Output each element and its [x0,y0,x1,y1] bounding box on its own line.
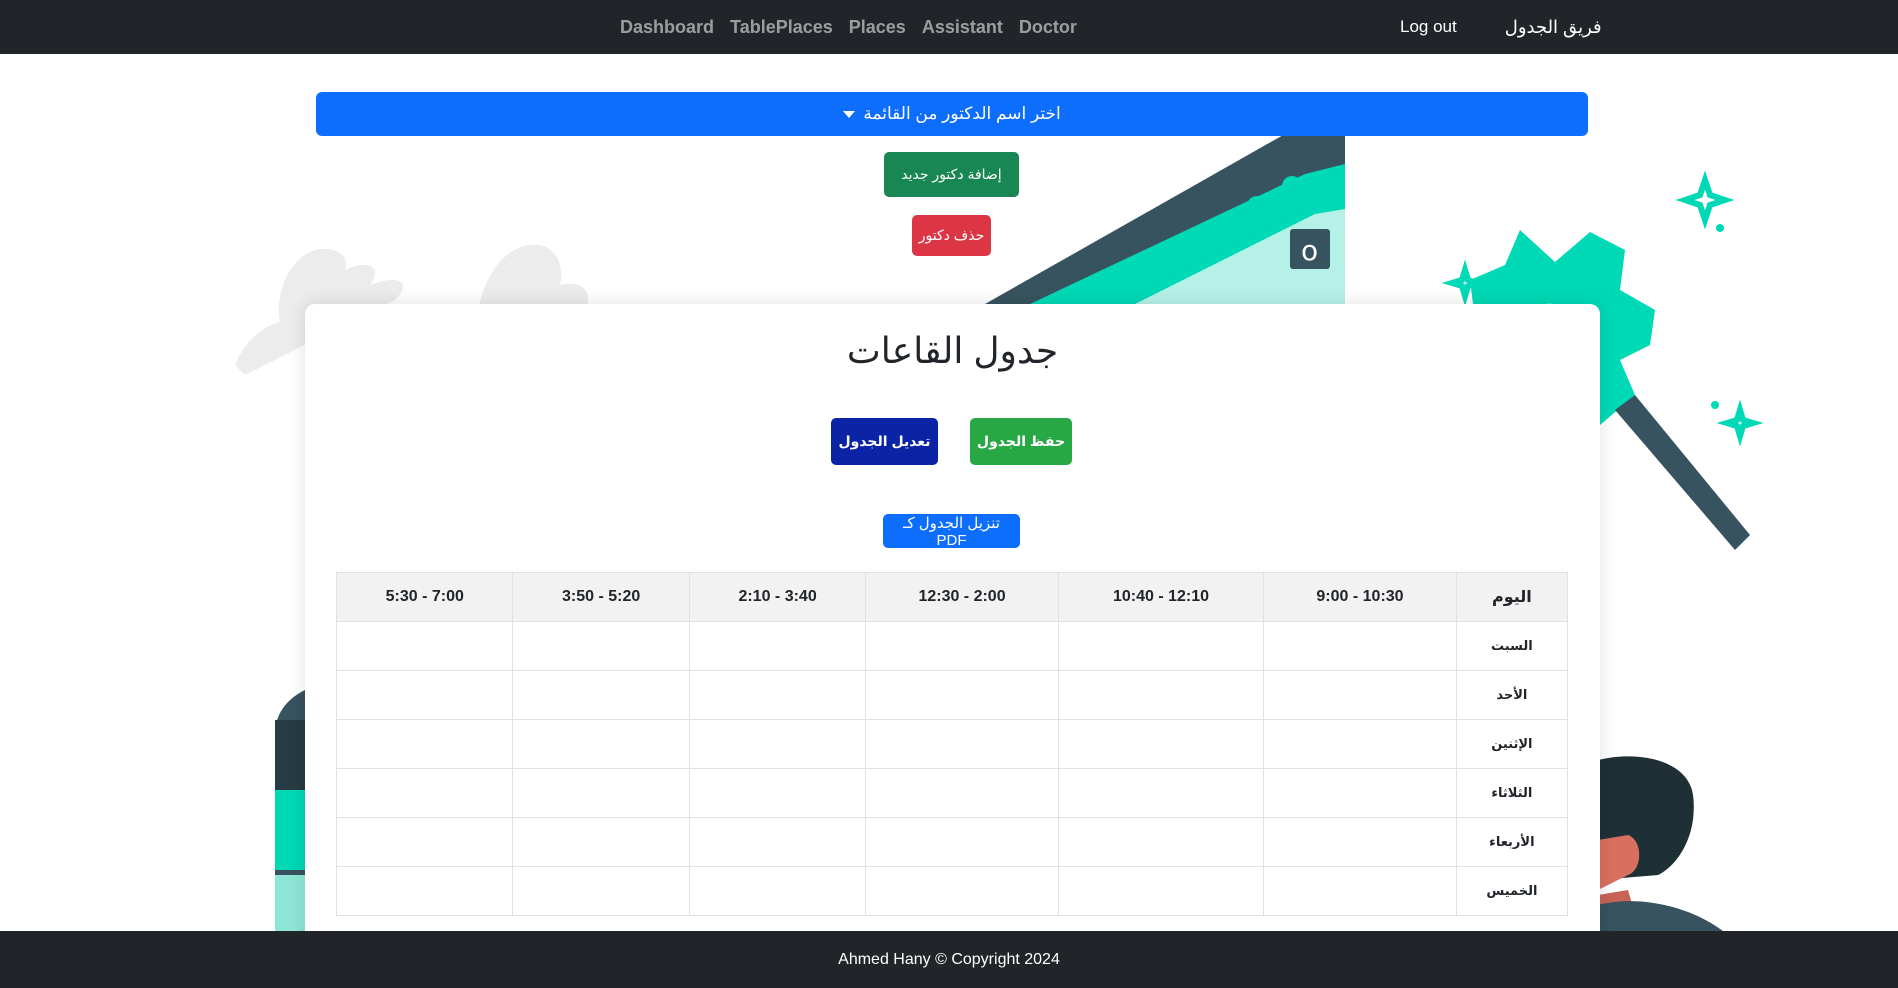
table-row: الأربعاء [335,817,1569,867]
slot-cell[interactable] [865,621,1059,671]
slot-cell[interactable] [1057,670,1265,720]
slot-cell[interactable] [1057,621,1265,671]
table-row: الأحد [335,670,1569,720]
slot-cell[interactable] [1263,768,1457,818]
slot-cell[interactable] [512,866,690,916]
slot-cell[interactable] [335,719,514,769]
slot-cell[interactable] [865,768,1059,818]
header-slot: 9:00 - 10:30 [1263,572,1457,622]
header-slot: 10:40 - 12:10 [1057,572,1265,622]
slot-cell[interactable] [1263,817,1457,867]
header-slot: 2:10 - 3:40 [688,572,867,622]
slot-cell[interactable] [688,670,867,720]
table-row: الخميس [335,866,1569,916]
slot-cell[interactable] [1263,866,1457,916]
slot-cell[interactable] [688,621,867,671]
slot-cell[interactable] [512,768,690,818]
page-title: جدول القاعات [846,330,1059,371]
nav-link-doctor[interactable]: Doctor [1019,17,1077,38]
nav-link-tableplaces[interactable]: TablePlaces [730,17,833,38]
schedule-table: اليوم 9:00 - 10:30 10:40 - 12:10 12:30 -… [335,572,1569,916]
day-cell: الأربعاء [1455,817,1569,867]
nav-links: Dashboard TablePlaces Places Assistant D… [620,0,1077,54]
slot-cell[interactable] [335,621,514,671]
doctor-select-label: اختر اسم الدكتور من القائمة [863,104,1061,123]
slot-cell[interactable] [512,621,690,671]
table-row: الثلاثاء [335,768,1569,818]
day-cell: السبت [1455,621,1569,671]
slot-cell[interactable] [688,866,867,916]
day-cell: الإثنين [1455,719,1569,769]
header-slot: 12:30 - 2:00 [865,572,1059,622]
header-day: اليوم [1455,572,1569,622]
table-header-row: اليوم 9:00 - 10:30 10:40 - 12:10 12:30 -… [335,572,1569,622]
slot-cell[interactable] [1057,768,1265,818]
svg-text:o: o [1301,234,1318,267]
day-cell: الخميس [1455,866,1569,916]
edit-table-button[interactable]: تعديل الجدول [831,418,938,465]
person-illustration [1598,756,1723,931]
slot-cell[interactable] [688,768,867,818]
browser-illustration: o [985,134,1345,304]
slot-cell[interactable] [1057,866,1265,916]
slot-cell[interactable] [1057,817,1265,867]
delete-doctor-button[interactable]: حذف دكتور [912,215,991,256]
copyright-text: Ahmed Hany © Copyright 2024 [838,950,1060,968]
slot-cell[interactable] [865,817,1059,867]
slot-cell[interactable] [512,670,690,720]
nav-link-assistant[interactable]: Assistant [922,17,1003,38]
slot-cell[interactable] [1057,719,1265,769]
table-row: الإثنين [335,719,1569,769]
slot-cell[interactable] [335,817,514,867]
slot-cell[interactable] [1263,719,1457,769]
day-cell: الأحد [1455,670,1569,720]
slot-cell[interactable] [512,719,690,769]
slot-cell[interactable] [1263,621,1457,671]
header-slot: 3:50 - 5:20 [512,572,690,622]
slot-cell[interactable] [865,670,1059,720]
navbar: Dashboard TablePlaces Places Assistant D… [0,0,1898,54]
slot-cell[interactable] [335,670,514,720]
nav-link-dashboard[interactable]: Dashboard [620,17,714,38]
slot-cell[interactable] [688,719,867,769]
slot-cell[interactable] [865,719,1059,769]
day-cell: الثلاثاء [1455,768,1569,818]
slot-cell[interactable] [1263,670,1457,720]
footer: Ahmed Hany © Copyright 2024 [0,931,1898,988]
brand-title[interactable]: فريق الجدول [1505,17,1602,38]
slot-cell[interactable] [512,817,690,867]
slot-cell[interactable] [688,817,867,867]
nav-right: Log out فريق الجدول [1400,0,1602,54]
add-doctor-button[interactable]: إضافة دكتور جديد [884,152,1019,197]
download-pdf-button[interactable]: تنزيل الجدول كـ PDF [883,514,1020,549]
slot-cell[interactable] [865,866,1059,916]
logout-link[interactable]: Log out [1400,17,1457,37]
header-slot: 5:30 - 7:00 [335,572,514,622]
doctor-select-dropdown[interactable]: اختر اسم الدكتور من القائمة [316,92,1588,136]
chevron-down-icon [843,110,856,118]
slot-cell[interactable] [335,768,514,818]
nav-link-places[interactable]: Places [849,17,906,38]
slot-cell[interactable] [335,866,514,916]
save-table-button[interactable]: حفظ الجدول [970,418,1072,465]
table-row: السبت [335,621,1569,671]
